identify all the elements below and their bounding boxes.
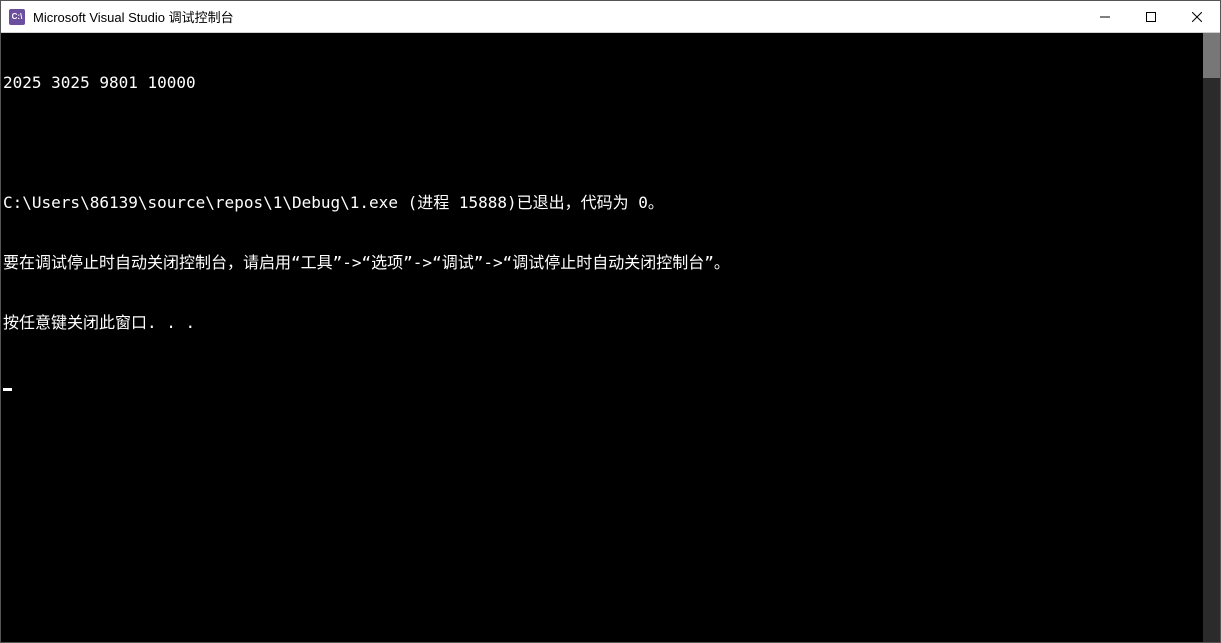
scrollbar-vertical[interactable] [1203,33,1220,642]
scrollbar-thumb[interactable] [1203,33,1220,78]
app-icon: C:\ [9,9,25,25]
console-line: 按任意键关闭此窗口. . . [3,313,1201,333]
minimize-button[interactable] [1082,1,1128,32]
close-icon [1192,12,1202,22]
titlebar-left: C:\ Microsoft Visual Studio 调试控制台 [1,7,234,26]
window-controls [1082,1,1220,32]
console-line: 要在调试停止时自动关闭控制台，请启用“工具”->“选项”->“调试”->“调试停… [3,253,1201,273]
titlebar: C:\ Microsoft Visual Studio 调试控制台 [1,1,1220,33]
console-wrapper: 2025 3025 9801 10000 C:\Users\86139\sour… [1,33,1220,642]
close-button[interactable] [1174,1,1220,32]
minimize-icon [1100,12,1110,22]
console-line: 2025 3025 9801 10000 [3,73,1201,93]
maximize-button[interactable] [1128,1,1174,32]
window-title: Microsoft Visual Studio 调试控制台 [33,7,234,26]
console-output[interactable]: 2025 3025 9801 10000 C:\Users\86139\sour… [1,33,1203,642]
console-line [3,133,1201,153]
cursor [3,388,12,391]
maximize-icon [1146,12,1156,22]
console-line: C:\Users\86139\source\repos\1\Debug\1.ex… [3,193,1201,213]
console-cursor-line [3,373,1201,393]
